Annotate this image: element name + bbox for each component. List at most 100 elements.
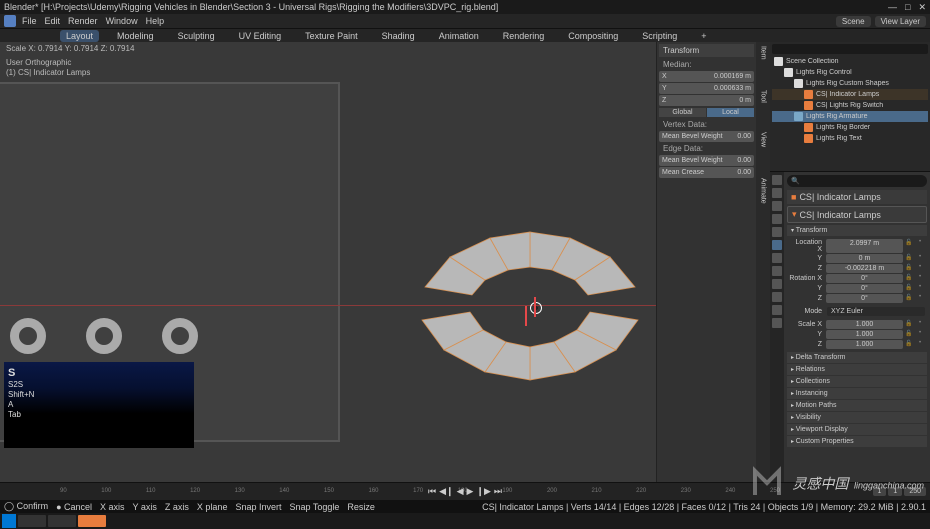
menu-help[interactable]: Help [146, 16, 165, 26]
tab-layout[interactable]: Layout [60, 30, 99, 42]
particle-tab-icon[interactable] [772, 266, 782, 276]
start-button-icon[interactable] [2, 514, 16, 528]
play-rev-icon[interactable]: ◀ [457, 486, 464, 497]
material-tab-icon[interactable] [772, 318, 782, 328]
render-tab-icon[interactable] [772, 175, 782, 185]
properties-panel: ■CS| Indicator Lamps ▾CS| Indicator Lamp… [784, 172, 930, 482]
space-local[interactable]: Local [707, 108, 754, 117]
world-tab-icon[interactable] [772, 227, 782, 237]
tree-item[interactable]: CS| Lights Rig Switch [772, 100, 928, 111]
frame-start[interactable]: 1 [888, 487, 902, 496]
npanel-transform-header[interactable]: Transform [659, 44, 754, 57]
modifier-tab-icon[interactable] [772, 253, 782, 263]
menu-file[interactable]: File [22, 16, 37, 26]
jump-start-icon[interactable]: ⏮ [428, 486, 436, 497]
tab-add[interactable]: + [695, 30, 712, 42]
vtab-animate[interactable]: Animate [760, 178, 767, 204]
constraint-tab-icon[interactable] [772, 292, 782, 302]
transform-grid: Location X2.0997 m🔓• Y0 m🔓• Z-0.002218 m… [787, 237, 927, 305]
frame-current[interactable]: 1 [873, 487, 887, 496]
taskbar-app[interactable] [18, 515, 46, 527]
tab-compositing[interactable]: Compositing [562, 30, 624, 42]
section-viewport-display[interactable]: Viewport Display [787, 424, 927, 435]
viewlayer-tab-icon[interactable] [772, 201, 782, 211]
loc-z[interactable]: -0.002218 m [826, 264, 903, 273]
tab-rendering[interactable]: Rendering [497, 30, 551, 42]
keyframe-next-icon[interactable]: ❙▶ [476, 486, 490, 497]
tab-modeling[interactable]: Modeling [111, 30, 160, 42]
menu-edit[interactable]: Edit [45, 16, 61, 26]
section-delta[interactable]: Delta Transform [787, 352, 927, 363]
mean-bevel-weight-e[interactable]: Mean Bevel Weight0.00 [659, 155, 754, 166]
tree-item[interactable]: CS| Indicator Lamps [772, 89, 928, 100]
menu-window[interactable]: Window [106, 16, 138, 26]
section-motion[interactable]: Motion Paths [787, 400, 927, 411]
tree-item[interactable]: Lights Rig Control [772, 67, 928, 78]
breadcrumb-data[interactable]: ▾CS| Indicator Lamps [787, 206, 927, 223]
object-tab-icon[interactable] [772, 240, 782, 250]
median-y[interactable]: Y0.000633 m [659, 83, 754, 94]
mean-bevel-weight-v[interactable]: Mean Bevel Weight0.00 [659, 131, 754, 142]
lock-icon[interactable]: 🔓 [904, 239, 914, 253]
tree-scene-collection[interactable]: Scene Collection [772, 56, 928, 67]
max-button[interactable]: □ [905, 2, 910, 13]
tree-item[interactable]: Lights Rig Custom Shapes [772, 78, 928, 89]
outliner-search[interactable] [772, 44, 928, 54]
frame-end[interactable]: 250 [904, 487, 926, 496]
close-button[interactable]: ✕ [918, 2, 926, 13]
min-button[interactable]: — [888, 2, 897, 13]
scale-y[interactable]: 1.000 [826, 330, 903, 339]
keyframe-prev-icon[interactable]: ◀❙ [439, 486, 453, 497]
tree-item-selected[interactable]: Lights Rig Armature [772, 111, 928, 122]
armature-icon [794, 112, 803, 121]
rot-y[interactable]: 0° [826, 284, 903, 293]
median-z[interactable]: Z0 m [659, 95, 754, 106]
taskbar-app[interactable] [48, 515, 76, 527]
scene-dropdown[interactable]: Scene [836, 16, 871, 27]
section-relations[interactable]: Relations [787, 364, 927, 375]
blender-logo-icon[interactable] [4, 15, 16, 27]
tab-texpaint[interactable]: Texture Paint [299, 30, 364, 42]
vtab-tool[interactable]: Tool [760, 90, 767, 103]
scene-tab-icon[interactable] [772, 214, 782, 224]
vtab-view[interactable]: View [760, 132, 767, 147]
scale-x[interactable]: 1.000 [826, 320, 903, 329]
rot-x[interactable]: 0° [826, 274, 903, 283]
median-x[interactable]: X0.000169 m [659, 71, 754, 82]
loc-x[interactable]: 2.0997 m [826, 239, 903, 253]
loc-y[interactable]: 0 m [826, 254, 903, 263]
tab-shading[interactable]: Shading [376, 30, 421, 42]
tree-item[interactable]: Lights Rig Text [772, 133, 928, 144]
tab-sculpting[interactable]: Sculpting [172, 30, 221, 42]
rot-z[interactable]: 0° [826, 294, 903, 303]
data-tab-icon[interactable] [772, 305, 782, 315]
section-visibility[interactable]: Visibility [787, 412, 927, 423]
rotation-mode-dropdown[interactable]: XYZ Euler [827, 307, 925, 316]
viewlayer-dropdown[interactable]: View Layer [875, 16, 926, 27]
section-collections[interactable]: Collections [787, 376, 927, 387]
3d-viewport[interactable]: Scale X: 0.7914 Y: 0.7914 Z: 0.7914 User… [0, 42, 656, 482]
output-tab-icon[interactable] [772, 188, 782, 198]
properties-search[interactable] [787, 175, 927, 187]
scale-z[interactable]: 1.000 [826, 340, 903, 349]
jump-end-icon[interactable]: ⏭ [494, 486, 502, 497]
breadcrumb-object[interactable]: ■CS| Indicator Lamps [787, 190, 927, 204]
mean-crease[interactable]: Mean Crease0.00 [659, 167, 754, 178]
taskbar-blender-icon[interactable] [78, 515, 106, 527]
space-global[interactable]: Global [659, 108, 706, 117]
tree-item[interactable]: Lights Rig Border [772, 122, 928, 133]
physics-tab-icon[interactable] [772, 279, 782, 289]
windows-taskbar[interactable] [0, 513, 930, 529]
tab-scripting[interactable]: Scripting [636, 30, 683, 42]
outliner[interactable]: Scene Collection Lights Rig Control Ligh… [770, 42, 930, 172]
tab-uv[interactable]: UV Editing [233, 30, 288, 42]
mesh-icon [804, 123, 813, 132]
section-custom-props[interactable]: Custom Properties [787, 436, 927, 447]
tab-animation[interactable]: Animation [433, 30, 485, 42]
vtab-item[interactable]: Item [760, 46, 767, 60]
section-transform[interactable]: Transform [787, 225, 927, 236]
section-instancing[interactable]: Instancing [787, 388, 927, 399]
play-icon[interactable]: ▶ [467, 486, 474, 497]
menu-render[interactable]: Render [68, 16, 98, 26]
timeline[interactable]: 9010011012013014015016017018019020021022… [0, 482, 930, 500]
